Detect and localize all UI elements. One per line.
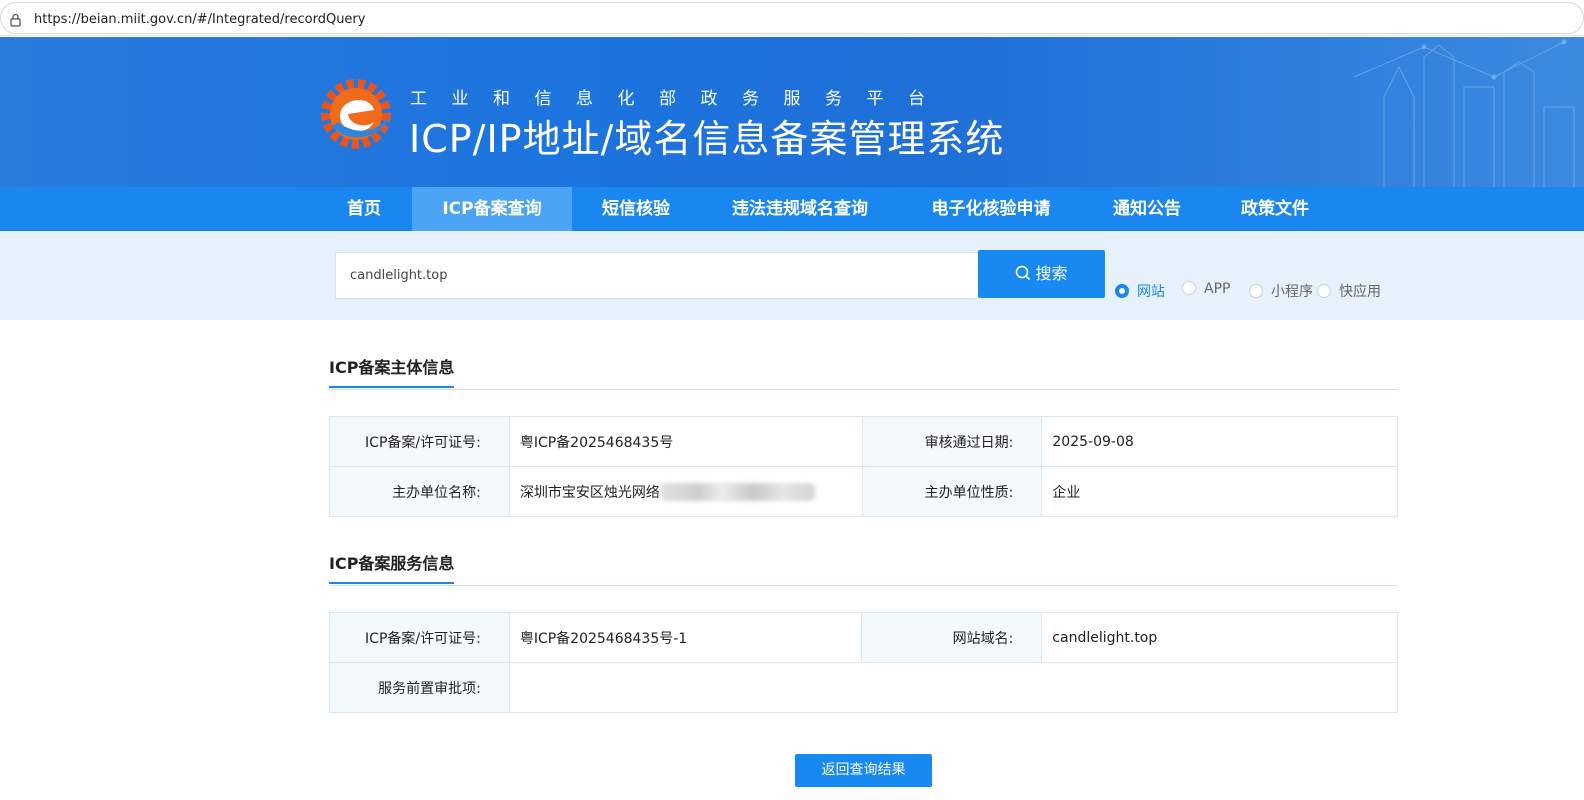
approve-date-label: 审核通过日期: xyxy=(861,416,1043,467)
radio-miniprogram[interactable]: 小程序 xyxy=(1249,281,1313,301)
service-info-table: ICP备案/许可证号: 粤ICP备2025468435号-1 网站域名: can… xyxy=(329,612,1399,713)
search-icon xyxy=(1016,265,1031,281)
radio-quickapp-label: 快应用 xyxy=(1339,284,1381,300)
radio-quickapp[interactable]: 快应用 xyxy=(1317,281,1381,301)
nav-item-home[interactable]: 首页 xyxy=(330,187,398,231)
radio-unchecked-icon xyxy=(1317,284,1331,298)
search-button[interactable]: 搜索 xyxy=(978,250,1105,298)
search-input[interactable]: candlelight.top xyxy=(335,252,979,299)
preapproval-value xyxy=(508,662,1399,713)
main-nav: 首页 ICP备案查询 短信核验 违法违规域名查询 电子化核验申请 通知公告 政策… xyxy=(0,187,1584,231)
browser-address-bar: https://beian.miit.gov.cn/#/Integrated/r… xyxy=(0,0,1584,36)
license-label: ICP备案/许可证号: xyxy=(329,416,510,467)
org-type-value: 企业 xyxy=(1041,466,1398,517)
org-name-label: 主办单位名称: xyxy=(329,466,510,517)
nav-item-e-verify-apply[interactable]: 电子化核验申请 xyxy=(912,187,1070,231)
section-divider xyxy=(329,389,1398,390)
domain-value: candlelight.top xyxy=(1041,612,1398,663)
platform-subtitle: 工业和信息化部政务服务平台 xyxy=(410,89,950,109)
nav-item-notices[interactable]: 通知公告 xyxy=(1096,187,1198,231)
nav-item-sms-verify[interactable]: 短信核验 xyxy=(586,187,686,231)
org-name-value: 深圳市宝安区烛光网络 xyxy=(519,484,660,501)
system-title: ICP/IP地址/域名信息备案管理系统 xyxy=(409,117,1005,161)
radio-checked-icon xyxy=(1115,284,1129,298)
domain-label: 网站域名: xyxy=(861,612,1043,663)
service-license-value: 粤ICP备2025468435号-1 xyxy=(508,612,863,663)
radio-website[interactable]: 网站 xyxy=(1115,281,1165,301)
org-type-label: 主办单位性质: xyxy=(861,466,1043,517)
preapproval-label: 服务前置审批项: xyxy=(329,662,510,713)
subject-section-title: ICP备案主体信息 xyxy=(329,354,455,388)
radio-miniprogram-label: 小程序 xyxy=(1271,284,1313,300)
table-row: 服务前置审批项: xyxy=(329,662,1399,713)
service-section-title: ICP备案服务信息 xyxy=(329,550,455,584)
license-value: 粤ICP备2025468435号 xyxy=(508,416,863,467)
service-license-label: ICP备案/许可证号: xyxy=(329,612,510,663)
back-to-results-button[interactable]: 返回查询结果 xyxy=(795,754,932,787)
org-name-cell: 深圳市宝安区烛光网络 xyxy=(508,466,863,517)
table-row: 主办单位名称: 深圳市宝安区烛光网络 主办单位性质: 企业 xyxy=(329,466,1398,517)
header-banner: 工业和信息化部政务服务平台 ICP/IP地址/域名信息备案管理系统 xyxy=(0,37,1584,187)
nav-item-illegal-domain-query[interactable]: 违法违规域名查询 xyxy=(712,187,888,231)
redacted-blur xyxy=(659,482,815,501)
section-divider xyxy=(329,585,1398,586)
search-area: candlelight.top 搜索 网站 APP 小程序 快应用 xyxy=(0,231,1584,320)
url-field[interactable]: https://beian.miit.gov.cn/#/Integrated/r… xyxy=(0,2,1584,34)
radio-unchecked-icon xyxy=(1182,281,1196,295)
radio-website-label: 网站 xyxy=(1137,284,1165,300)
url-text: https://beian.miit.gov.cn/#/Integrated/r… xyxy=(34,12,366,27)
nav-item-icp-query[interactable]: ICP备案查询 xyxy=(412,187,572,231)
lock-icon xyxy=(10,13,21,27)
city-skyline-decoration xyxy=(1353,39,1575,187)
nav-item-policy-docs[interactable]: 政策文件 xyxy=(1224,187,1326,231)
table-row: ICP备案/许可证号: 粤ICP备2025468435号-1 网站域名: can… xyxy=(329,612,1398,663)
approve-date-value: 2025-09-08 xyxy=(1041,416,1398,467)
table-row: ICP备案/许可证号: 粤ICP备2025468435号 审核通过日期: 202… xyxy=(329,416,1398,467)
search-button-label: 搜索 xyxy=(1035,264,1068,283)
subject-info-table: ICP备案/许可证号: 粤ICP备2025468435号 审核通过日期: 202… xyxy=(329,416,1398,517)
radio-app[interactable]: APP xyxy=(1182,281,1230,297)
radio-app-label: APP xyxy=(1204,281,1231,297)
miit-logo-icon xyxy=(321,79,391,149)
radio-unchecked-icon xyxy=(1249,284,1263,298)
